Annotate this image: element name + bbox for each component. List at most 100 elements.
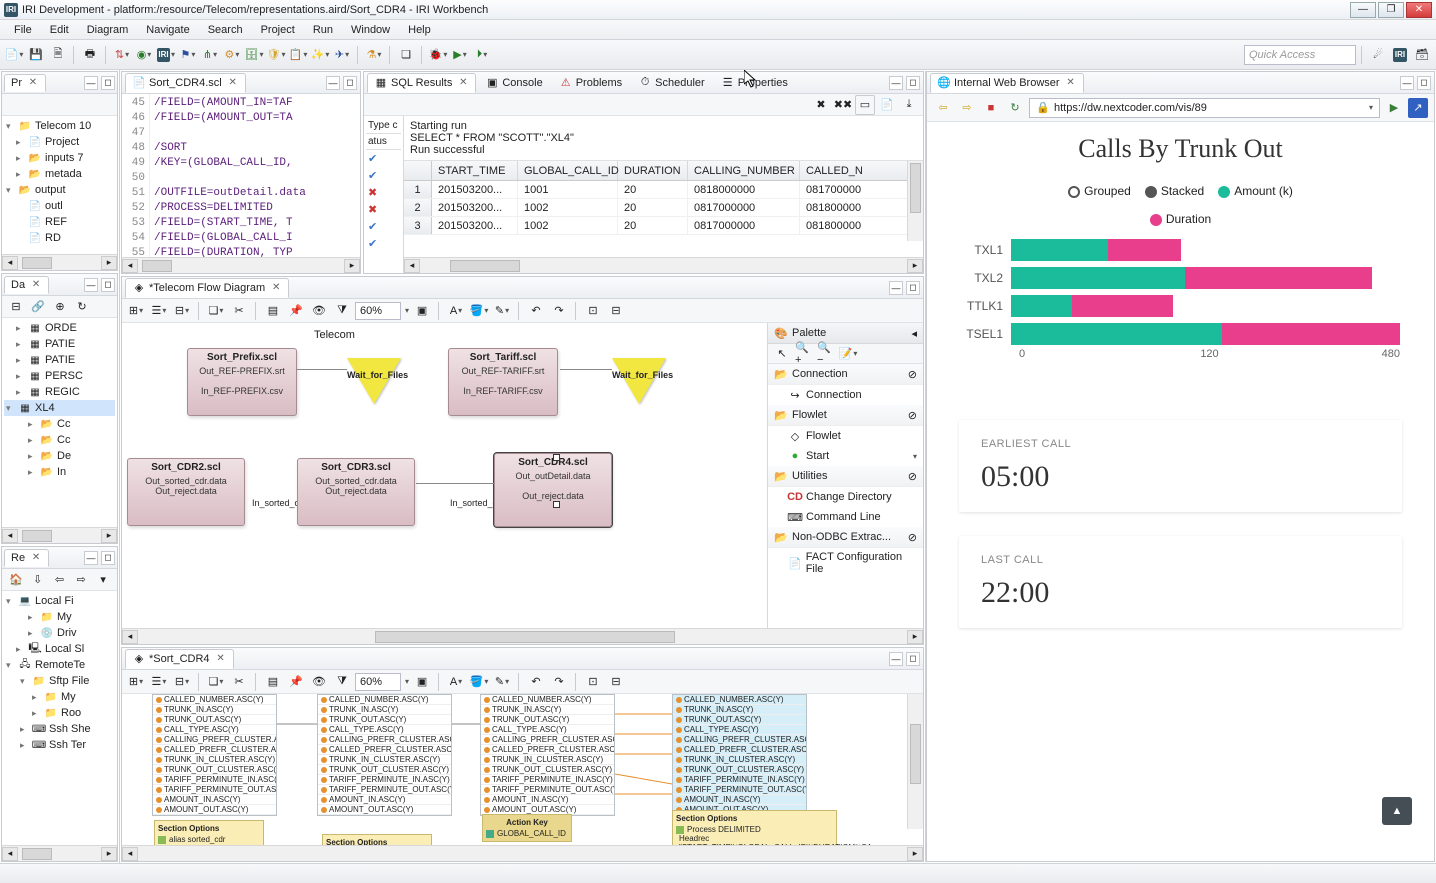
url-input[interactable]: 🔒https://dw.nextcoder.com/vis/89▾ bbox=[1029, 98, 1380, 118]
line-icon[interactable]: ✎▾ bbox=[492, 301, 512, 321]
perspective-icon[interactable]: ☄ bbox=[1368, 45, 1388, 65]
legend-grouped[interactable]: Grouped bbox=[1068, 184, 1131, 198]
distribute-icon[interactable]: ⊟▾ bbox=[172, 672, 192, 692]
palette-item-cd[interactable]: CDChange Directory bbox=[768, 487, 923, 507]
maximize-icon[interactable]: ◻ bbox=[906, 76, 920, 90]
copy-layout-icon[interactable]: ❏▾ bbox=[206, 301, 226, 321]
code-editor[interactable]: 4546474849505152535455 /FIELD=(AMOUNT_IN… bbox=[122, 94, 360, 257]
tab-sort-cdr4-map[interactable]: ◈*Sort_CDR4✕ bbox=[125, 649, 234, 669]
zoom-fit-icon[interactable]: ▣ bbox=[412, 301, 432, 321]
flag-icon[interactable]: ⚑▾ bbox=[178, 45, 198, 65]
refresh-icon[interactable]: ↻ bbox=[1005, 98, 1025, 118]
font-icon[interactable]: A▾ bbox=[446, 301, 466, 321]
close-icon[interactable]: ✕ bbox=[1065, 77, 1077, 89]
mapping-canvas[interactable]: CALLED_NUMBER.ASC(Y)TRUNK_IN.ASC(Y)TRUNK… bbox=[122, 694, 923, 845]
palette-item-start[interactable]: ●Start▾ bbox=[768, 446, 923, 466]
minimize-icon[interactable]: — bbox=[84, 278, 98, 292]
maximize-icon[interactable]: ◻ bbox=[101, 76, 115, 90]
group-icon[interactable]: ⊡ bbox=[583, 672, 603, 692]
tab-project-explorer[interactable]: Pr✕ bbox=[4, 74, 46, 92]
zoom-in-icon[interactable]: 🔍+ bbox=[794, 344, 814, 364]
hide-icon[interactable]: 👁 bbox=[309, 301, 329, 321]
flow-node-sort-cdr4[interactable]: Sort_CDR4.scl Out_outDetail.data Out_rej… bbox=[494, 453, 612, 527]
menu-search[interactable]: Search bbox=[200, 22, 251, 38]
palette-item-connection[interactable]: ↪Connection bbox=[768, 385, 923, 405]
filter-icon[interactable]: ⧩ bbox=[332, 301, 352, 321]
collapse-icon[interactable]: ⊟ bbox=[6, 297, 26, 317]
palette-section-flowlet[interactable]: Flowlet bbox=[792, 409, 827, 421]
palette-section-nonodbc[interactable]: Non-ODBC Extrac... bbox=[792, 531, 891, 543]
refresh-icon[interactable]: ↻ bbox=[72, 297, 92, 317]
stop-icon[interactable]: ■ bbox=[981, 98, 1001, 118]
minimize-icon[interactable]: — bbox=[889, 76, 903, 90]
link-icon[interactable]: 🔗 bbox=[28, 297, 48, 317]
print-icon[interactable]: 🖶 bbox=[80, 45, 100, 65]
pin-icon[interactable]: 📌 bbox=[286, 672, 306, 692]
remove-icon[interactable]: ✖ bbox=[811, 95, 831, 115]
zoom-input[interactable]: 60% bbox=[355, 302, 401, 320]
palette-item-fact[interactable]: 📄FACT Configuration File bbox=[768, 548, 923, 578]
save-icon[interactable]: 💾 bbox=[26, 45, 46, 65]
sort-icon[interactable]: ⇅▾ bbox=[112, 45, 132, 65]
tab-sql-results[interactable]: ▦SQL Results✕ bbox=[367, 73, 476, 93]
group-icon[interactable]: ⊡ bbox=[583, 301, 603, 321]
table-row[interactable]: 2201503200...1002200817000000081800000 bbox=[404, 199, 923, 217]
tab-telecom-flow[interactable]: ◈*Telecom Flow Diagram✕ bbox=[125, 278, 289, 298]
forward-icon[interactable]: ⇨ bbox=[957, 98, 977, 118]
home-icon[interactable]: 🏠 bbox=[6, 570, 26, 590]
minimize-icon[interactable]: — bbox=[1400, 76, 1414, 90]
zoom-fit-icon[interactable]: ▣ bbox=[412, 672, 432, 692]
tab-console[interactable]: ▣Console bbox=[478, 73, 549, 93]
tab-sort-cdr4-scl[interactable]: 📄Sort_CDR4.scl✕ bbox=[125, 73, 246, 93]
fill-icon[interactable]: 🪣▾ bbox=[469, 301, 489, 321]
new-icon[interactable]: 📄▾ bbox=[4, 45, 24, 65]
palette-section-utilities[interactable]: Utilities bbox=[792, 470, 827, 482]
join-icon[interactable]: ◉▾ bbox=[134, 45, 154, 65]
minimize-icon[interactable]: — bbox=[84, 76, 98, 90]
undo-icon[interactable]: ↶ bbox=[526, 672, 546, 692]
close-icon[interactable]: ✕ bbox=[30, 279, 42, 291]
go-icon[interactable]: ▶ bbox=[1384, 98, 1404, 118]
back-icon[interactable]: ⇦ bbox=[933, 98, 953, 118]
back-to-top-button[interactable]: ▲ bbox=[1382, 797, 1412, 825]
menu-icon[interactable]: ▾ bbox=[93, 570, 113, 590]
palette-item-cmd[interactable]: ⌨Command Line bbox=[768, 507, 923, 527]
close-icon[interactable]: ✕ bbox=[30, 552, 42, 564]
redo-icon[interactable]: ↷ bbox=[549, 301, 569, 321]
back-icon[interactable]: ⇦ bbox=[50, 570, 70, 590]
minimize-icon[interactable]: — bbox=[84, 551, 98, 565]
single-tab-icon[interactable]: ▭ bbox=[855, 95, 875, 115]
maximize-icon[interactable]: ◻ bbox=[101, 278, 115, 292]
remove-all-icon[interactable]: ✖✖ bbox=[833, 95, 853, 115]
shield-icon[interactable]: 🛡▾ bbox=[266, 45, 286, 65]
flow-node-sort-tariff[interactable]: Sort_Tariff.scl Out_REF-TARIFF.srt In_RE… bbox=[448, 348, 558, 416]
zoom-out-icon[interactable]: 🔍− bbox=[816, 344, 836, 364]
minimize-icon[interactable]: — bbox=[889, 652, 903, 666]
ds-tree[interactable]: ▸▦ORDE ▸▦PATIE ▸▦PATIE ▸▦PERSC ▸▦REGIC ▾… bbox=[2, 318, 117, 527]
close-icon[interactable]: ✕ bbox=[215, 653, 227, 665]
close-icon[interactable]: ✕ bbox=[270, 282, 282, 294]
menu-help[interactable]: Help bbox=[400, 22, 439, 38]
ungroup-icon[interactable]: ⊟ bbox=[606, 672, 626, 692]
hide-icon[interactable]: 👁 bbox=[309, 672, 329, 692]
wizard-icon[interactable]: ✨▾ bbox=[310, 45, 330, 65]
select-icon[interactable]: ↖ bbox=[772, 344, 792, 364]
align-icon[interactable]: ☰▾ bbox=[149, 672, 169, 692]
maximize-icon[interactable]: ◻ bbox=[906, 652, 920, 666]
flow-node-sort-prefix[interactable]: Sort_Prefix.scl Out_REF-PREFIX.srt In_RE… bbox=[187, 348, 297, 416]
tab-data-source[interactable]: Da✕ bbox=[4, 276, 49, 294]
db-perspective-icon[interactable]: 🗃 bbox=[1412, 45, 1432, 65]
menu-window[interactable]: Window bbox=[343, 22, 398, 38]
ext-browser-icon[interactable]: ↗ bbox=[1408, 98, 1428, 118]
menu-edit[interactable]: Edit bbox=[42, 22, 77, 38]
paste-layout-icon[interactable]: ✂ bbox=[229, 301, 249, 321]
save-all-icon[interactable]: 🗎 bbox=[48, 45, 68, 65]
undo-icon[interactable]: ↶ bbox=[526, 301, 546, 321]
tab-problems[interactable]: ⚠Problems bbox=[552, 73, 629, 93]
filter-icon[interactable]: ⚗▾ bbox=[364, 45, 384, 65]
fwd-icon[interactable]: ⇨ bbox=[71, 570, 91, 590]
layers-icon[interactable]: ▤ bbox=[263, 301, 283, 321]
paste-layout-icon[interactable]: ✂ bbox=[229, 672, 249, 692]
report-icon[interactable]: 📋▾ bbox=[288, 45, 308, 65]
line-icon[interactable]: ✎▾ bbox=[492, 672, 512, 692]
